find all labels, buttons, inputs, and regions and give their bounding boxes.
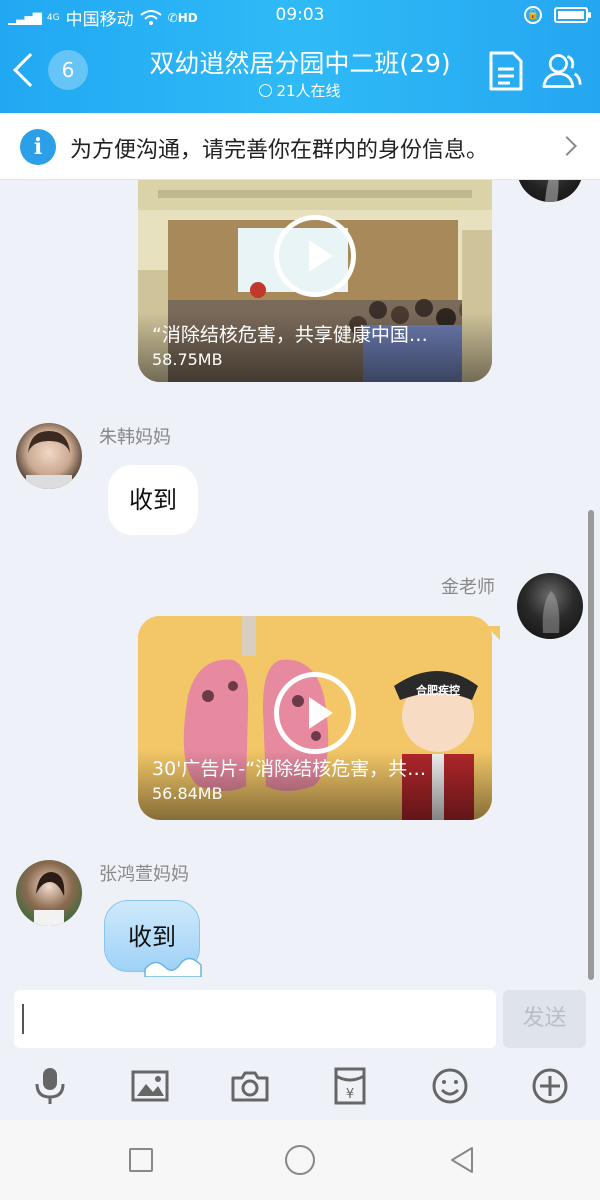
chevron-right-icon	[557, 136, 577, 156]
chevron-left-icon	[13, 53, 47, 87]
send-button[interactable]: 发送	[503, 990, 586, 1048]
profile-reminder-banner[interactable]: i 为方便沟通，请完善你在群内的身份信息。	[0, 113, 600, 180]
video-size: 58.75MB	[152, 350, 223, 369]
clock: 09:03	[275, 5, 325, 25]
info-icon: i	[20, 129, 56, 165]
online-status-icon	[259, 84, 273, 97]
status-bar: ▁▃▅▇ 4G 中国移动 ✆HD 09:03 🔒	[0, 0, 600, 32]
text-caret	[22, 1004, 24, 1034]
sender-name: 张鸿萱妈妈	[99, 864, 189, 885]
group-notes-icon[interactable]	[486, 50, 526, 92]
emoji-icon[interactable]	[430, 1066, 470, 1106]
message-list[interactable]: “消除结核危害，共享健康中国… 58.75MB 朱韩妈妈 收到 金老师 合肥疾控…	[0, 180, 600, 985]
unread-count-badge: 6	[48, 50, 88, 90]
home-icon[interactable]	[285, 1145, 315, 1175]
bubble-tail	[486, 626, 500, 640]
red-packet-icon[interactable]: ¥	[330, 1066, 370, 1106]
banner-text: 为方便沟通，请完善你在群内的身份信息。	[70, 138, 489, 163]
microphone-icon[interactable]	[30, 1066, 70, 1106]
online-count: 21人在线	[120, 80, 480, 101]
rotation-lock-icon: 🔒	[524, 6, 542, 24]
sender-name: 朱韩妈妈	[99, 427, 171, 448]
svg-text:¥: ¥	[346, 1087, 354, 1102]
video-size: 56.84MB	[152, 784, 223, 803]
system-nav-bar	[0, 1120, 600, 1200]
cap-logo-text: 合肥疾控	[416, 684, 460, 697]
plus-icon[interactable]	[530, 1066, 570, 1106]
battery-icon	[554, 7, 591, 23]
video-message[interactable]: “消除结核危害，共享健康中国… 58.75MB	[138, 180, 492, 382]
page-title: 双幼逍然居分园中二班(29)	[149, 49, 451, 78]
avatar[interactable]	[517, 180, 583, 202]
video-title: “消除结核危害，共享健康中国…	[152, 324, 428, 346]
composer: 发送	[0, 985, 600, 1055]
wave-decoration-icon	[144, 957, 202, 977]
avatar[interactable]	[16, 860, 82, 926]
back-button[interactable]: 6	[10, 50, 88, 90]
text-message[interactable]: 收到	[108, 465, 198, 535]
avatar[interactable]	[16, 423, 82, 489]
camera-icon[interactable]	[230, 1066, 270, 1106]
sender-name: 金老师	[441, 577, 495, 598]
scrollbar[interactable]	[588, 510, 594, 980]
recent-apps-icon[interactable]	[129, 1148, 153, 1172]
video-message[interactable]: 合肥疾控 30'广告片-“消除结核危害，共… 56.84MB	[138, 616, 492, 820]
image-icon[interactable]	[130, 1066, 170, 1106]
play-icon[interactable]	[274, 215, 356, 297]
text-message[interactable]: 收到	[104, 900, 202, 977]
chat-header: ▁▃▅▇ 4G 中国移动 ✆HD 09:03 🔒 6 双幼逍然居分园中二班(29…	[0, 0, 600, 113]
play-icon[interactable]	[274, 672, 356, 754]
message-input[interactable]	[14, 990, 496, 1048]
group-members-icon[interactable]	[542, 50, 582, 92]
back-triangle-icon[interactable]	[450, 1146, 474, 1174]
input-toolbar: ¥	[0, 1055, 600, 1120]
avatar[interactable]	[517, 573, 583, 639]
video-title: 30'广告片-“消除结核危害，共…	[152, 758, 427, 780]
